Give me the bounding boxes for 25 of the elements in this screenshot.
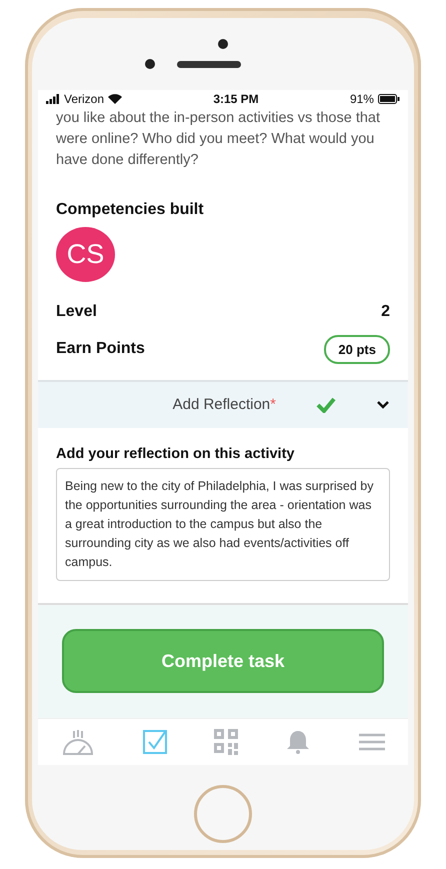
level-label: Level [56,303,97,322]
qr-code-icon [214,728,238,755]
field-label: Add your reflection on this activity [55,445,296,464]
battery-icon [378,94,400,104]
speaker-icon [177,60,241,68]
carrier-name: Verizon [64,92,104,106]
points-badge: 20 pts [324,334,390,364]
battery-percent: 91% [350,92,374,106]
clock-time: 3:15 PM [213,92,259,106]
reflection-input[interactable]: Being new to the city of Philadelphia, I was surprised by the opportunities surrounding the area - orientation was a great introduction to the campus but also the surrounding city as we also had events/activities off campus. [56,468,390,581]
menu-icon [358,732,385,752]
competency-avatar: CS [56,227,115,282]
reflection-title: Add Reflection* [172,396,277,414]
chevron-icon [376,400,390,410]
section-title: Competencies built [55,200,205,220]
points-label: Earn Points [56,340,145,358]
camera-icon [145,59,155,69]
camera-icon [218,39,228,49]
reflection-header[interactable]: Add Reflection* [38,380,408,428]
gauge-icon [61,728,96,756]
checkbox-icon [142,728,168,755]
wifi-icon [108,94,122,104]
level-value: 2 [381,303,390,322]
signal-icon [46,94,60,104]
question-text: you like about the in-person activities vs those that were online? Who did you meet? What would you have done differently? [55,109,382,170]
